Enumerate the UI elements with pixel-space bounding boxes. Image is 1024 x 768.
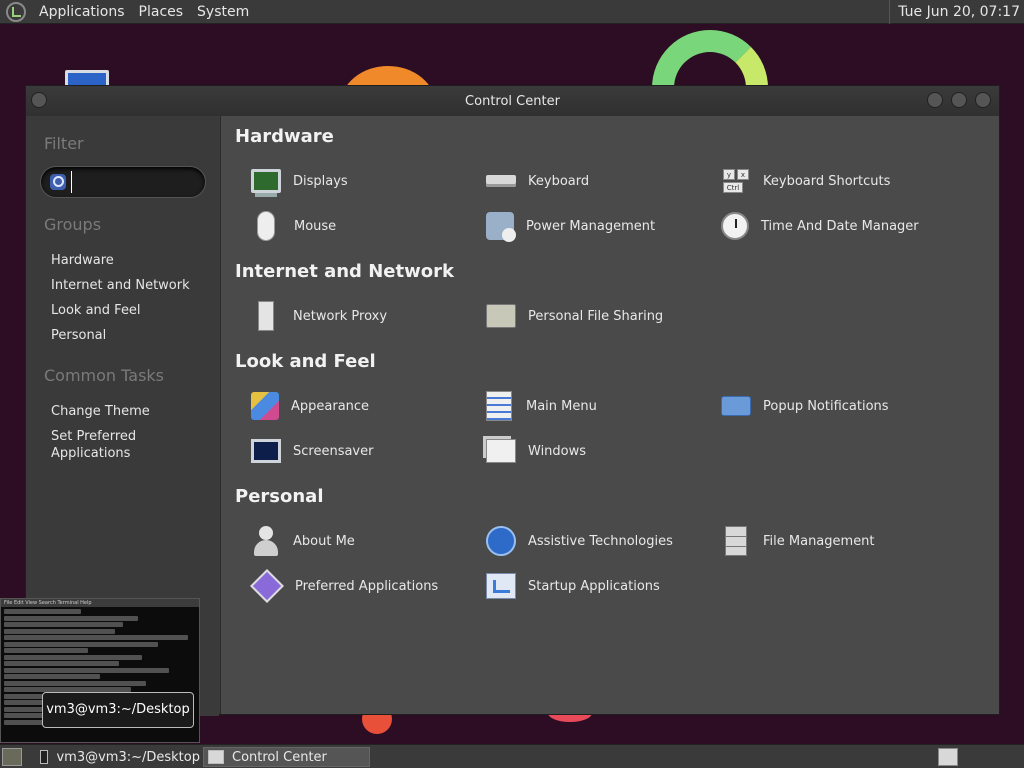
window-title: Control Center xyxy=(465,93,560,109)
item-label: Appearance xyxy=(291,398,370,414)
item-preferred-applications[interactable]: Preferred Applications xyxy=(249,566,438,606)
top-panel: Applications Places System Tue Jun 20, 0… xyxy=(0,0,1024,24)
category-heading-look-feel: Look and Feel xyxy=(235,351,376,372)
maximize-button[interactable] xyxy=(951,92,967,108)
power-management-icon xyxy=(486,212,516,242)
item-mouse[interactable]: Mouse xyxy=(249,206,336,246)
item-label: Power Management xyxy=(526,218,656,234)
close-button[interactable] xyxy=(975,92,991,108)
filter-input[interactable] xyxy=(71,171,197,193)
item-about-me[interactable]: About Me xyxy=(249,521,355,561)
item-power-management[interactable]: Power Management xyxy=(484,206,655,246)
item-popup-notifications[interactable]: Popup Notifications xyxy=(719,386,889,426)
filter-heading: Filter xyxy=(44,134,84,153)
item-main-menu[interactable]: Main Menu xyxy=(484,386,597,426)
item-label: Displays xyxy=(293,173,348,189)
item-label: File Management xyxy=(763,533,875,549)
network-proxy-icon xyxy=(258,301,274,331)
clock-icon xyxy=(721,212,749,240)
item-label: Time And Date Manager xyxy=(761,218,919,234)
item-label: Screensaver xyxy=(293,443,374,459)
preferred-apps-icon xyxy=(250,569,284,603)
item-label: Keyboard Shortcuts xyxy=(763,173,891,189)
item-label: About Me xyxy=(293,533,355,549)
item-windows[interactable]: Windows xyxy=(484,431,586,471)
search-icon xyxy=(50,174,66,190)
item-personal-file-sharing[interactable]: Personal File Sharing xyxy=(484,296,663,336)
group-link-hardware[interactable]: Hardware xyxy=(51,252,211,269)
item-file-management[interactable]: File Management xyxy=(719,521,875,561)
task-link-preferred-apps[interactable]: Set Preferred Applications xyxy=(51,428,161,462)
groups-heading: Groups xyxy=(44,215,102,234)
task-link-change-theme[interactable]: Change Theme xyxy=(51,403,211,420)
keyboard-icon xyxy=(486,175,516,187)
item-label: Startup Applications xyxy=(528,578,660,594)
item-label: Preferred Applications xyxy=(295,578,439,594)
taskbar-item-label: Control Center xyxy=(232,749,327,765)
keyboard-shortcuts-icon: y x Ctrl xyxy=(721,167,751,195)
group-link-internet-network[interactable]: Internet and Network xyxy=(51,277,211,294)
category-heading-personal: Personal xyxy=(235,486,324,507)
common-tasks-heading: Common Tasks xyxy=(44,366,165,385)
item-appearance[interactable]: Appearance xyxy=(249,386,369,426)
distro-logo-icon[interactable] xyxy=(6,1,26,22)
file-sharing-icon xyxy=(486,304,516,328)
group-link-personal[interactable]: Personal xyxy=(51,327,211,344)
show-desktop-icon[interactable] xyxy=(2,748,22,766)
item-label: Network Proxy xyxy=(293,308,388,324)
minimize-button[interactable] xyxy=(927,92,943,108)
taskbar-item-terminal[interactable]: vm3@vm3:~/Desktop xyxy=(36,747,200,767)
notification-icon xyxy=(721,396,751,416)
main-menu-icon xyxy=(486,391,512,421)
accessibility-icon xyxy=(486,526,516,556)
item-label: Assistive Technologies xyxy=(528,533,673,549)
control-center-icon xyxy=(208,750,224,764)
appearance-icon xyxy=(251,392,279,420)
screensaver-icon xyxy=(251,439,281,463)
item-keyboard-shortcuts[interactable]: y x Ctrl Keyboard Shortcuts xyxy=(719,161,890,201)
taskbar-item-label: vm3@vm3:~/Desktop xyxy=(56,749,200,765)
item-displays[interactable]: Displays xyxy=(249,161,348,201)
item-label: Windows xyxy=(528,443,587,459)
item-network-proxy[interactable]: Network Proxy xyxy=(249,296,387,336)
user-icon xyxy=(253,526,279,556)
tray-control-center-icon[interactable] xyxy=(938,748,958,766)
taskbar-item-control-center[interactable]: Control Center xyxy=(203,747,370,767)
item-label: Main Menu xyxy=(526,398,597,414)
item-time-date-manager[interactable]: Time And Date Manager xyxy=(719,206,919,246)
applications-menu[interactable]: Applications xyxy=(32,4,132,20)
item-screensaver[interactable]: Screensaver xyxy=(249,431,373,471)
filter-search-box[interactable] xyxy=(40,166,206,198)
display-icon xyxy=(251,169,281,193)
taskbar-tooltip: vm3@vm3:~/Desktop xyxy=(42,692,194,728)
terminal-menubar: File Edit View Search Terminal Help xyxy=(1,599,199,607)
item-label: Keyboard xyxy=(528,173,590,189)
mouse-icon xyxy=(257,211,275,241)
windows-icon xyxy=(486,439,516,463)
system-menu[interactable]: System xyxy=(190,4,256,20)
panel-clock[interactable]: Tue Jun 20, 07:17 xyxy=(889,0,1020,24)
category-heading-hardware: Hardware xyxy=(235,126,334,147)
control-center-content: Hardware Displays Keyboard y x Ctrl Keyb… xyxy=(220,116,999,714)
item-assistive-technologies[interactable]: Assistive Technologies xyxy=(484,521,673,561)
group-link-look-feel[interactable]: Look and Feel xyxy=(51,302,211,319)
window-menu-button[interactable] xyxy=(31,92,47,108)
window-titlebar[interactable]: Control Center xyxy=(26,86,999,116)
file-cabinet-icon xyxy=(725,526,747,556)
item-label: Mouse xyxy=(294,218,337,234)
item-keyboard[interactable]: Keyboard xyxy=(484,161,589,201)
bottom-panel: vm3@vm3:~/Desktop Control Center xyxy=(0,744,1024,768)
item-startup-applications[interactable]: Startup Applications xyxy=(484,566,660,606)
startup-apps-icon xyxy=(486,573,516,599)
places-menu[interactable]: Places xyxy=(132,4,191,20)
item-label: Personal File Sharing xyxy=(528,308,664,324)
category-heading-internet-network: Internet and Network xyxy=(235,261,454,282)
terminal-icon xyxy=(40,750,49,764)
item-label: Popup Notifications xyxy=(763,398,889,414)
